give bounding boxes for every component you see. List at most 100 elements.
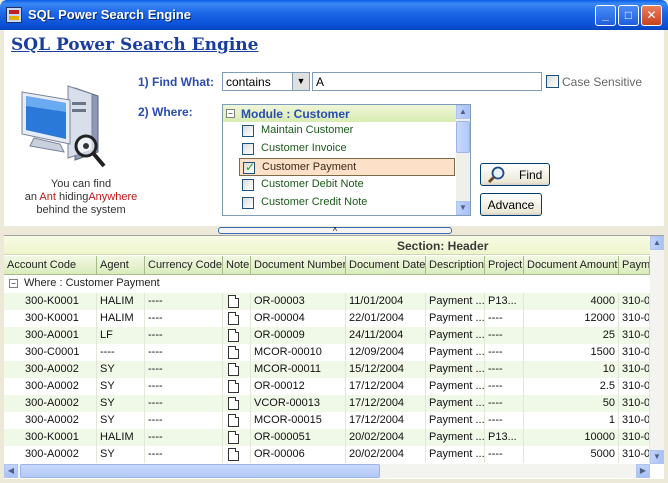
cell-project: P13... [485, 429, 524, 446]
tree-item-checkbox[interactable] [242, 143, 254, 155]
tree-item-customer-payment[interactable]: Customer Payment [239, 158, 455, 176]
where-tree[interactable]: − Module : Customer Maintain Customer Cu… [222, 104, 471, 216]
tree-item-customer-debit-note[interactable]: Customer Debit Note [223, 176, 458, 194]
tree-item-label: Customer Invoice [261, 142, 347, 154]
col-document-amount[interactable]: Document Amount [524, 256, 619, 275]
table-row[interactable]: 300-K0001 HALIM ---- OR-00003 11/01/2004 Paym… [4, 293, 650, 310]
tree-item-customer-invoice[interactable]: Customer Invoice [223, 140, 458, 158]
table-row[interactable]: 300-A0002 SY ---- MCOR-00015 17/12/2004 Payme… [4, 412, 650, 429]
group-row[interactable]: − Where : Customer Payment [4, 276, 650, 292]
cell-document-number: MCOR-00011 [251, 361, 346, 378]
col-note[interactable]: Note [223, 256, 251, 275]
cell-payment: 310-0 [619, 395, 650, 412]
cell-document-amount: 25 [524, 327, 619, 344]
scroll-thumb[interactable] [20, 464, 380, 478]
scroll-down-icon[interactable]: ▼ [650, 450, 664, 464]
table-row[interactable]: 300-A0002 SY ---- OR-00012 17/12/2004 Payment… [4, 378, 650, 395]
note-icon[interactable] [228, 397, 239, 410]
tree-item-checkbox[interactable] [242, 125, 254, 137]
table-row[interactable]: 300-A0002 SY ---- VCOR-00013 17/12/2004 Payme… [4, 395, 650, 412]
scroll-left-icon[interactable]: ◀ [4, 464, 18, 478]
table-row[interactable]: 300-A0002 SY ---- MCOR-00011 15/12/2004 Payme… [4, 361, 650, 378]
tree-item-customer-credit-note[interactable]: Customer Credit Note [223, 194, 458, 212]
cell-project: ---- [485, 412, 524, 429]
table-row[interactable]: 300-A0001 LF ---- OR-00009 24/11/2004 Payment… [4, 327, 650, 344]
cell-document-number: OR-00009 [251, 327, 346, 344]
cell-note [223, 344, 251, 361]
cell-currency-code: ---- [145, 378, 223, 395]
col-document-date[interactable]: Document Date [346, 256, 426, 275]
cell-document-amount: 50 [524, 395, 619, 412]
advance-button[interactable]: Advance [480, 193, 542, 216]
cell-document-number: OR-00004 [251, 310, 346, 327]
note-icon[interactable] [228, 312, 239, 325]
scroll-down-icon[interactable]: ▼ [456, 201, 470, 215]
title-bar[interactable]: SQL Power Search Engine _ □ ✕ [0, 0, 668, 30]
tree-item-checkbox[interactable] [242, 197, 254, 209]
cell-document-date: 17/12/2004 [346, 412, 426, 429]
tree-item-maintain-customer[interactable]: Maintain Customer [223, 122, 458, 140]
tree-item-checkbox[interactable] [242, 179, 254, 191]
table-row[interactable]: 300-K0001 HALIM ---- OR-00004 22/01/2004 Paym… [4, 310, 650, 327]
note-icon[interactable] [228, 380, 239, 393]
col-description[interactable]: Description [426, 256, 485, 275]
maximize-button[interactable]: □ [618, 5, 639, 26]
cell-currency-code: ---- [145, 293, 223, 310]
close-button[interactable]: ✕ [641, 5, 662, 26]
find-button[interactable]: Find [480, 163, 550, 186]
cell-document-date: 15/12/2004 [346, 361, 426, 378]
collapse-icon[interactable]: − [226, 109, 235, 118]
grid-horizontal-scrollbar[interactable]: ◀ ▶ [4, 464, 650, 478]
magnifier-icon [487, 166, 505, 184]
col-document-number[interactable]: Document Number [251, 256, 346, 275]
cell-description: Payment ... [426, 429, 485, 446]
note-icon[interactable] [228, 448, 239, 461]
col-project[interactable]: Project [485, 256, 524, 275]
tree-module-header[interactable]: − Module : Customer [223, 105, 458, 122]
promo-line-3: behind the system [36, 204, 126, 216]
cell-account-code: 300-A0001 [22, 327, 97, 344]
grid-vertical-scrollbar[interactable]: ▲ ▼ [650, 236, 664, 464]
cell-payment: 310-0 [619, 327, 650, 344]
cell-document-amount: 12000 [524, 310, 619, 327]
promo-anywhere: Anywhere [88, 191, 138, 203]
table-row[interactable]: 300-K0001 HALIM ---- OR-000051 20/02/2004 Pay… [4, 429, 650, 446]
note-icon[interactable] [228, 295, 239, 308]
scroll-up-icon[interactable]: ▲ [456, 105, 470, 119]
tree-vertical-scrollbar[interactable]: ▲ ▼ [456, 105, 470, 215]
table-row[interactable]: 300-A0002 SY ---- OR-00006 20/02/2004 Payment… [4, 446, 650, 463]
find-what-label: 1) Find What: [138, 75, 214, 89]
results-grid[interactable]: Section: Header Account Code Agent Curre… [4, 235, 664, 479]
table-row[interactable]: 300-C0001 ---- ---- MCOR-00010 12/09/2004 Pay… [4, 344, 650, 361]
col-payment[interactable]: Paym [619, 256, 650, 275]
note-icon[interactable] [228, 329, 239, 342]
cell-document-amount: 5000 [524, 446, 619, 463]
scroll-up-icon[interactable]: ▲ [650, 236, 664, 250]
note-icon[interactable] [228, 346, 239, 359]
col-currency-code[interactable]: Currency Code [145, 256, 223, 275]
find-operator-select[interactable]: contains ▼ [222, 72, 310, 91]
cell-payment: 310-0 [619, 344, 650, 361]
cell-note [223, 446, 251, 463]
note-icon[interactable] [228, 431, 239, 444]
tree-item-checkbox-checked[interactable] [243, 160, 255, 174]
cell-currency-code: ---- [145, 310, 223, 327]
case-sensitive-checkbox[interactable] [546, 75, 559, 88]
scroll-right-icon[interactable]: ▶ [636, 464, 650, 478]
find-operator-value: contains [226, 75, 271, 89]
collapse-icon[interactable]: − [9, 279, 18, 288]
cell-document-number: MCOR-00015 [251, 412, 346, 429]
cell-document-amount: 10000 [524, 429, 619, 446]
find-value-input[interactable]: A [312, 72, 542, 91]
cell-account-code: 300-A0002 [22, 361, 97, 378]
cell-note [223, 361, 251, 378]
scroll-thumb[interactable] [456, 121, 470, 153]
chevron-down-icon[interactable]: ▼ [292, 73, 309, 90]
col-agent[interactable]: Agent [97, 256, 145, 275]
note-icon[interactable] [228, 414, 239, 427]
note-icon[interactable] [228, 363, 239, 376]
minimize-button[interactable]: _ [595, 5, 616, 26]
col-account-code[interactable]: Account Code [4, 256, 97, 275]
cell-document-date: 17/12/2004 [346, 378, 426, 395]
panel-splitter[interactable]: ˄ [218, 226, 452, 234]
